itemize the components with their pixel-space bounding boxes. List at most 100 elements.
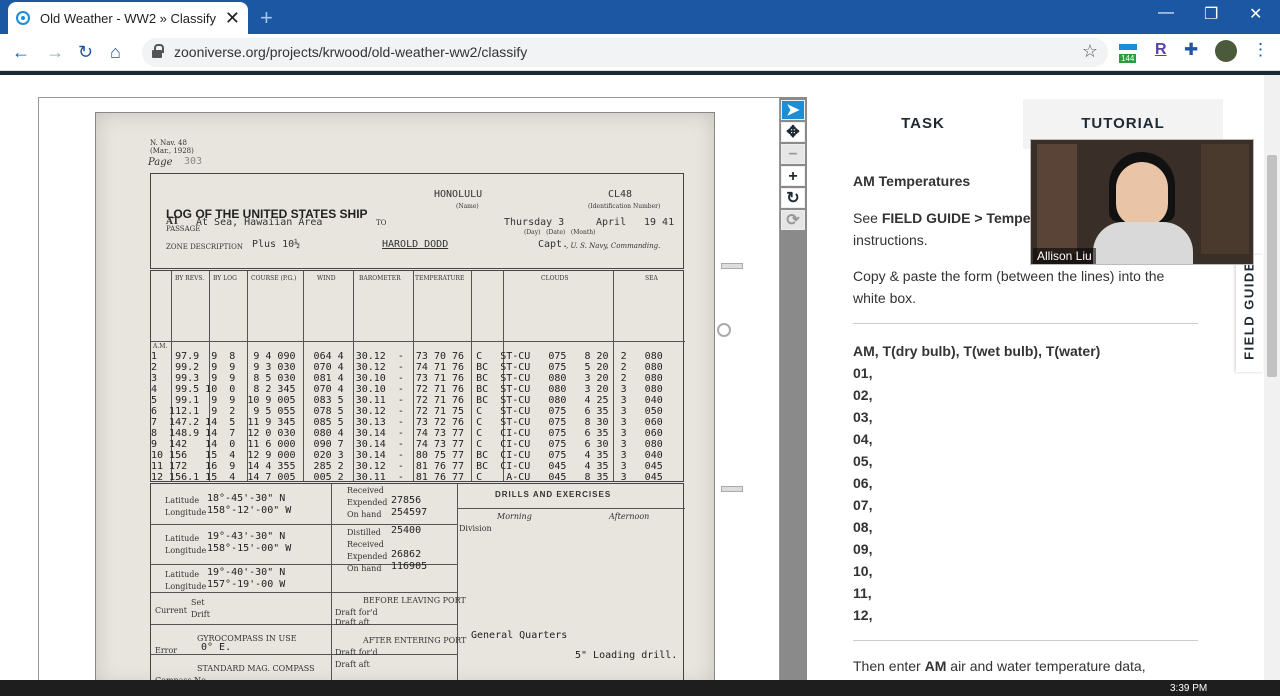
morning-label: Morning [497, 512, 532, 521]
restore-icon[interactable]: ❐ [1204, 4, 1218, 24]
video-call-overlay[interactable]: Allison Liu [1030, 139, 1254, 265]
latitude-value: 18°-45'-30" N [207, 493, 286, 504]
zoom-in-icon[interactable]: + [781, 166, 805, 186]
table-row: 4 99.5 10 0 8 2 345 070 4 30.10 - 72 71 … [151, 384, 663, 395]
fuel-onhand-label: On hand [347, 510, 382, 519]
page-label: Page [148, 157, 173, 168]
home-icon[interactable]: ⌂ [110, 42, 121, 63]
water-distilled-label: Distilled [347, 528, 381, 537]
tab-title: Old Weather - WW2 » Classify — [40, 10, 219, 26]
binder-clip [721, 263, 743, 269]
zone-label: ZONE DESCRIPTION [166, 243, 243, 251]
water-distilled-value: 25400 [391, 525, 422, 536]
table-row: 8 148.9 14 7 12 0 030 080 4 30.14 - 74 7… [151, 428, 663, 439]
std-mag-label: STANDARD MAG. COMPASS [197, 664, 315, 673]
new-tab-icon[interactable]: + [260, 5, 273, 31]
drills-title: DRILLS AND EXERCISES [495, 490, 612, 499]
latitude-value: 19°-43'-30" N [207, 531, 286, 542]
extension-r-icon[interactable]: R [1155, 41, 1167, 59]
extension-badge-icon[interactable]: 144 [1119, 42, 1139, 64]
page-scrollbar-thumb[interactable] [1267, 155, 1277, 377]
browser-menu-icon[interactable]: ⋮ [1252, 40, 1269, 60]
log-year: 19 41 [644, 217, 675, 228]
longitude-label: Longitude [165, 546, 207, 555]
browser-tab[interactable]: Old Weather - WW2 » Classify — ✕ [8, 2, 248, 34]
location: At Sea, Hawaiian Area [196, 217, 323, 228]
form-line: 09, [853, 541, 873, 557]
see-text: See [853, 210, 882, 226]
rotate-icon[interactable]: ↻ [781, 188, 805, 208]
latitude-label: Latitude [165, 496, 200, 505]
set-label: Set [191, 598, 205, 607]
form-line: 01, [853, 365, 873, 381]
address-bar[interactable]: zooniverse.org/projects/krwood/old-weath… [142, 38, 1108, 67]
subject-viewer[interactable]: N. Nav. 48 (Mar., 1928) Page 303 LOG OF … [38, 97, 780, 687]
participant-face [1116, 162, 1168, 226]
form-line: 11, [853, 585, 872, 601]
col-temperature: TEMPERATURE [415, 275, 465, 282]
table-row: 12 156.1 15 4 14 7 005 005 2 30.11 - 81 … [151, 472, 663, 483]
water-received-label: Received [347, 540, 384, 549]
navy-caption: , U. S. Navy, Commanding. [566, 242, 661, 250]
profile-avatar[interactable] [1215, 40, 1237, 62]
zoom-out-icon[interactable]: − [781, 144, 805, 164]
error-value: 0° E. [201, 642, 232, 653]
zone-description: Plus 10½ [252, 239, 301, 250]
table-row: 5 99.1 9 9 10 9 005 083 5 30.11 - 72 71 … [151, 395, 663, 406]
tab-task[interactable]: TASK [823, 99, 1023, 149]
browser-tab-bar: Old Weather - WW2 » Classify — ✕ + — ❐ ✕ [0, 0, 1280, 34]
commander-rank: Capt. [538, 239, 569, 250]
after-port-label: AFTER ENTERING PORT [363, 636, 467, 645]
latitude-label: Latitude [165, 570, 200, 579]
water-onhand-value: 116905 [391, 561, 428, 572]
bookshelf [1037, 144, 1077, 254]
log-table: WIND BAROMETER TEMPERATURE CLOUDS SEA BY… [150, 270, 685, 483]
os-taskbar: 3:39 PM [0, 680, 1280, 696]
close-window-icon[interactable]: ✕ [1249, 4, 1262, 24]
log-page-image: N. Nav. 48 (Mar., 1928) Page 303 LOG OF … [95, 112, 715, 686]
error-label: Error [155, 646, 178, 655]
form-line: 05, [853, 453, 873, 469]
longitude-label: Longitude [165, 508, 207, 517]
browser-toolbar: ← → ↻ ⌂ zooniverse.org/projects/krwood/o… [0, 34, 1280, 71]
taskbar-clock: 3:39 PM [1170, 683, 1208, 694]
to-label: TO [376, 219, 387, 227]
minimize-icon[interactable]: — [1158, 4, 1174, 22]
longitude-value: 158°-12'-00" W [207, 505, 292, 516]
drill-morning: General Quarters [471, 630, 568, 641]
field-guide-tab[interactable]: FIELD GUIDE [1236, 255, 1263, 372]
date-caption: (Day) (Date) (Month) [524, 229, 596, 236]
ship-name: HONOLULU [434, 189, 483, 200]
table-row: 3 99.3 9 9 8 5 030 081 4 30.10 - 73 71 7… [151, 373, 663, 384]
longitude-label: Longitude [165, 582, 207, 591]
extensions-puzzle-icon[interactable]: ✚ [1184, 40, 1198, 60]
url-text: zooniverse.org/projects/krwood/old-weath… [174, 44, 528, 60]
bookshelf [1201, 144, 1249, 254]
pointer-tool-icon[interactable]: ➤ [781, 100, 805, 120]
bookmark-star-icon[interactable]: ☆ [1082, 41, 1098, 62]
longitude-value: 157°-19'-00 W [207, 579, 286, 590]
ship-name-caption: (Name) [456, 203, 479, 210]
field-guide-link[interactable]: FIELD GUIDE > Tempe [882, 210, 1031, 226]
reload-icon[interactable]: ↻ [78, 42, 93, 63]
latitude-value: 19°-40'-30" N [207, 567, 286, 578]
table-row: 6 112.1 9 2 9 5 055 078 5 30.12 - 72 71 … [151, 406, 663, 417]
reset-icon[interactable]: ⟳ [781, 210, 805, 230]
water-expended-label: Expended [347, 552, 388, 561]
move-tool-icon[interactable]: ✥ [781, 122, 805, 142]
forward-icon[interactable]: → [46, 42, 64, 63]
log-day: Thursday 3 [504, 217, 565, 228]
table-row: 7 147.2 14 5 11 9 345 085 5 30.13 - 73 7… [151, 417, 663, 428]
back-icon[interactable]: ← [12, 42, 30, 63]
form-line: 08, [853, 519, 873, 535]
field-guide-label: FIELD GUIDE [1241, 261, 1257, 360]
col-wind: WIND [317, 275, 336, 282]
current-label: Current [155, 606, 188, 615]
form-id: N. Nav. 48 (Mar., 1928) [150, 139, 194, 155]
form-line: 12, [853, 607, 873, 623]
close-tab-icon[interactable]: ✕ [225, 8, 240, 29]
then-text: Then enter [853, 658, 925, 674]
extension-count: 144 [1119, 54, 1137, 63]
fuel-expended-value: 27856 [391, 495, 422, 506]
form-line: 06, [853, 475, 873, 491]
